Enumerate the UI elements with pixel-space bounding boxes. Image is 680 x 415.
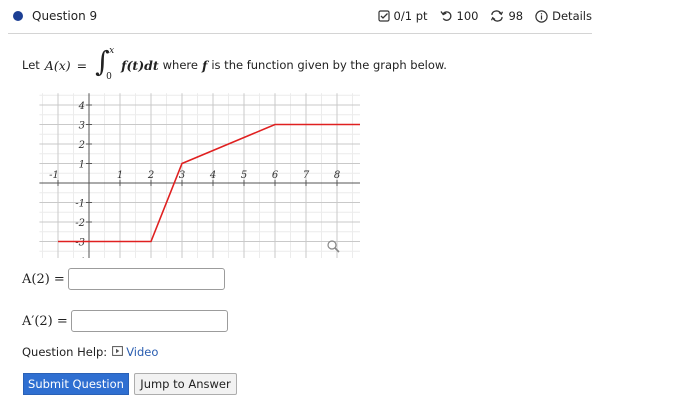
- question-header: Question 9 0/1 pt 100 98 Details: [8, 0, 592, 34]
- y-tick-label: 3: [79, 121, 85, 132]
- x-tick-label: 5: [241, 170, 247, 181]
- graph-axes: [39, 93, 360, 258]
- y-tick-label: 1: [79, 160, 85, 171]
- question-status-dot: [13, 11, 23, 21]
- prompt-equals: =: [76, 57, 88, 73]
- checkbox-icon: [377, 10, 390, 22]
- x-tick-label: 4: [209, 170, 216, 181]
- answer-row-aprime2: A′(2) =: [22, 310, 228, 332]
- prompt-lhs: A(x): [44, 57, 71, 73]
- answer-input-a2[interactable]: [67, 268, 225, 290]
- prompt-rest: is the function given by the graph below…: [211, 58, 447, 72]
- upper-limit: x: [109, 46, 115, 56]
- x-tick-label: 2: [147, 170, 154, 181]
- answer-label-aprime2: A′(2) =: [22, 313, 68, 329]
- graph-grid: [39, 93, 360, 258]
- y-tick-label: 2: [78, 140, 85, 151]
- question-prompt: Let A(x) = ∫ x 0 f(t)dt where f is the f…: [22, 45, 447, 82]
- lower-limit: 0: [106, 72, 112, 82]
- prompt-where: where: [162, 58, 198, 72]
- video-label: Video: [126, 345, 159, 359]
- attempts-text: 100: [456, 9, 479, 23]
- question-help: Question Help: Video: [22, 345, 158, 359]
- x-tick-label: 6: [272, 170, 279, 181]
- score-text: 0/1 pt: [393, 9, 428, 23]
- retry-icon: [490, 10, 504, 22]
- y-tick-label: -4: [75, 257, 85, 258]
- prompt-f: f: [201, 57, 208, 73]
- x-tick-label: 8: [334, 170, 340, 181]
- answer-row-a2: A(2) =: [22, 268, 225, 290]
- function-graph: -11234567894321-1-2-3-4: [39, 93, 360, 258]
- answer-input-aprime2[interactable]: [70, 310, 228, 332]
- retries-text: 98: [508, 9, 524, 23]
- x-tick-label: -1: [49, 170, 59, 181]
- undo-icon: [440, 10, 453, 22]
- integral-sign: ∫ x 0: [95, 45, 115, 82]
- y-tick-label: -3: [75, 238, 85, 249]
- submit-question-button[interactable]: Submit Question: [23, 373, 129, 395]
- x-tick-label: 3: [179, 170, 185, 181]
- video-link[interactable]: Video: [112, 345, 158, 359]
- jump-to-answer-button[interactable]: Jump to Answer: [134, 373, 237, 395]
- question-meta: 0/1 pt 100 98 Details: [377, 9, 592, 23]
- question-title: Question 9: [32, 9, 98, 23]
- y-tick-label: 4: [78, 101, 85, 112]
- details-link[interactable]: Details: [552, 9, 592, 23]
- prompt-integrand: f(t)dt: [121, 57, 159, 73]
- help-label: Question Help:: [22, 345, 108, 359]
- y-tick-label: -1: [75, 199, 85, 210]
- x-tick-label: 1: [117, 170, 123, 181]
- info-icon[interactable]: [535, 9, 548, 23]
- video-icon: [112, 345, 124, 359]
- y-tick-label: -2: [75, 218, 85, 229]
- answer-label-a2: A(2) =: [22, 271, 65, 287]
- x-tick-label: 7: [303, 170, 310, 181]
- prompt-let: Let: [22, 58, 40, 72]
